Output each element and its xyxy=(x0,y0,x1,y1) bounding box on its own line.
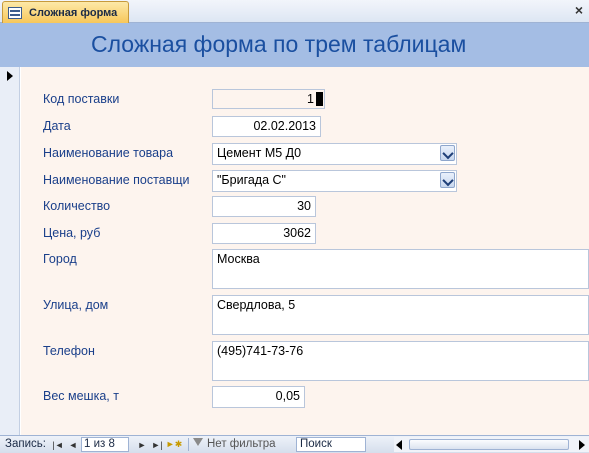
first-record-button[interactable]: |◄ xyxy=(52,438,64,451)
quantity-field[interactable]: 30 xyxy=(212,196,316,217)
street-field[interactable]: Свердлова, 5 xyxy=(212,295,589,335)
filter-label: Нет фильтра xyxy=(207,438,276,450)
record-navigation-bar: Запись: |◄ ◄ 1 из 8 ► ►| ►✱ Нет фильтра … xyxy=(0,435,589,453)
supplier-dropdown-chevron-icon[interactable] xyxy=(440,172,455,188)
current-record-arrow-icon xyxy=(7,71,13,81)
previous-record-button[interactable]: ◄ xyxy=(67,438,79,451)
text-cursor xyxy=(316,92,323,106)
label-supplier-name: Наименование поставщи xyxy=(43,173,190,187)
close-icon[interactable]: × xyxy=(575,2,583,18)
supplier-name-combobox[interactable]: "Бригада С" xyxy=(212,170,457,192)
label-date: Дата xyxy=(43,119,71,133)
label-product-name: Наименование товара xyxy=(43,146,174,160)
label-supply-code: Код поставки xyxy=(43,92,120,106)
nav-separator xyxy=(188,438,189,451)
supplier-name-value: "Бригада С" xyxy=(217,173,286,187)
document-tab-bar: Сложная форма × xyxy=(0,0,589,23)
tab-complex-form[interactable]: Сложная форма xyxy=(2,1,129,23)
horizontal-scrollbar[interactable] xyxy=(394,437,589,452)
product-name-value: Цемент М5 Д0 xyxy=(217,146,302,160)
form-title: Сложная форма по трем таблицам xyxy=(91,31,467,57)
label-phone: Телефон xyxy=(43,344,95,358)
price-field[interactable]: 3062 xyxy=(212,223,316,244)
last-record-button[interactable]: ►| xyxy=(151,438,163,451)
tab-label: Сложная форма xyxy=(29,6,118,19)
bag-weight-field[interactable]: 0,05 xyxy=(212,386,305,408)
filter-toggle[interactable]: Нет фильтра xyxy=(193,437,289,452)
label-city: Город xyxy=(43,252,77,266)
supply-code-value: 1 xyxy=(307,92,314,106)
label-street: Улица, дом xyxy=(43,298,109,312)
record-position-input[interactable]: 1 из 8 xyxy=(81,437,129,452)
scroll-right-icon[interactable] xyxy=(579,440,585,450)
form-header: Сложная форма по трем таблицам xyxy=(0,23,589,67)
label-bag-weight: Вес мешка, т xyxy=(43,389,119,403)
label-quantity: Количество xyxy=(43,199,111,213)
record-selector[interactable] xyxy=(0,67,20,435)
record-label: Запись: xyxy=(5,438,46,450)
date-field[interactable]: 02.02.2013 xyxy=(212,116,321,137)
form-detail: Код поставки 1 Дата 02.02.2013 Наименова… xyxy=(21,67,589,435)
phone-field[interactable]: (495)741-73-76 xyxy=(212,341,589,381)
product-name-combobox[interactable]: Цемент М5 Д0 xyxy=(212,143,457,165)
scrollbar-thumb[interactable] xyxy=(409,439,569,450)
product-dropdown-chevron-icon[interactable] xyxy=(440,145,455,161)
next-record-button[interactable]: ► xyxy=(136,438,148,451)
form-icon xyxy=(8,6,22,19)
scroll-left-icon[interactable] xyxy=(396,440,402,450)
city-field[interactable]: Москва xyxy=(212,249,589,289)
new-record-button[interactable]: ►✱ xyxy=(166,438,182,451)
filter-icon xyxy=(193,438,203,448)
label-price: Цена, руб xyxy=(43,226,101,240)
search-input[interactable]: Поиск xyxy=(296,437,366,452)
supply-code-field[interactable]: 1 xyxy=(212,89,325,109)
